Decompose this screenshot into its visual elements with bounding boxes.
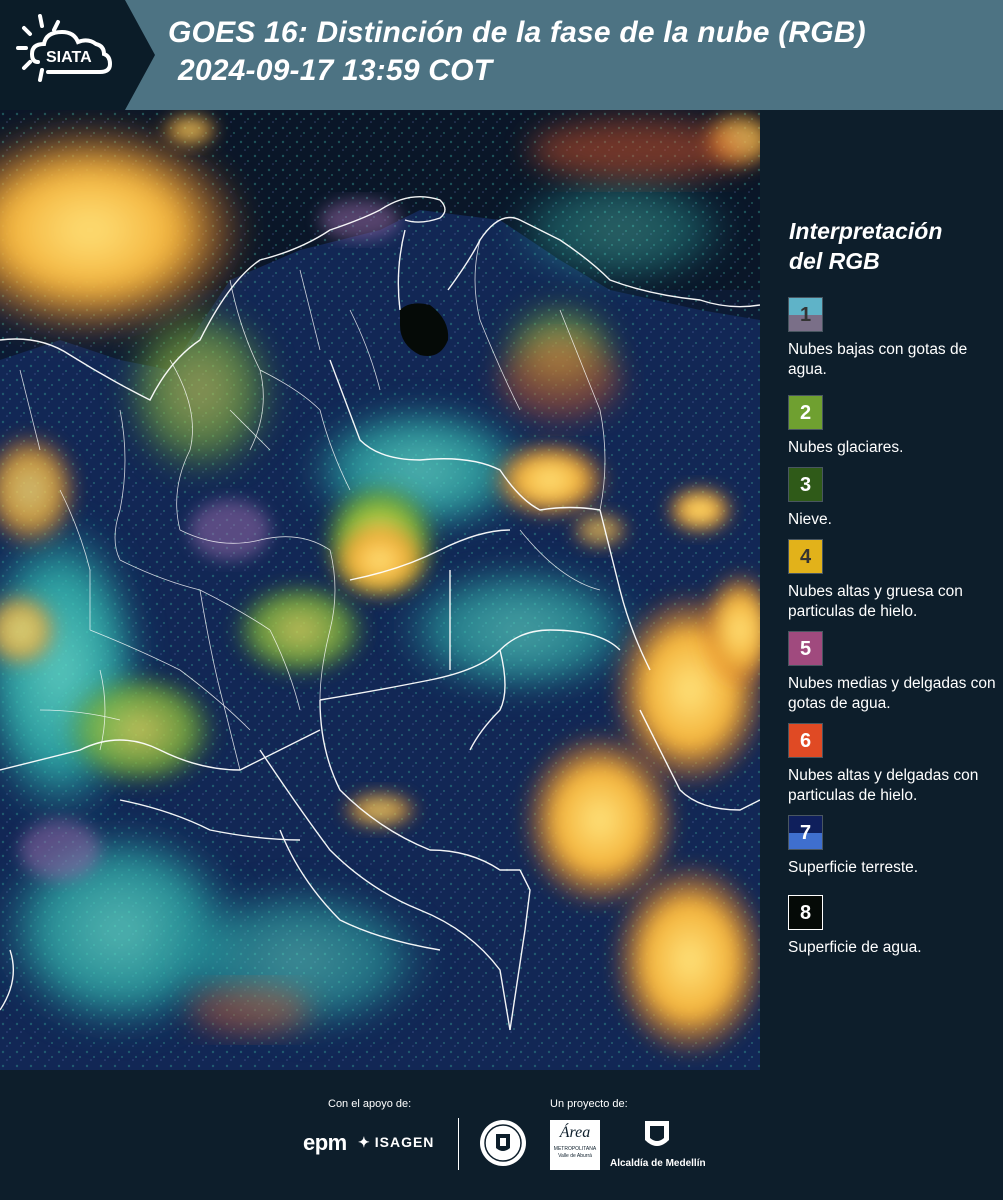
legend-swatch-3: 3 — [788, 467, 823, 502]
support-label: Con el apoyo de: — [328, 1098, 412, 1110]
legend-swatch-8: 8 — [788, 895, 823, 930]
area-metropolitana-logo: Área METROPOLITANA Valle de Aburrá — [550, 1120, 600, 1170]
seal-logo — [480, 1120, 526, 1166]
legend-item-6: 6 Nubes altas y delgadas con particulas … — [788, 723, 998, 806]
area-text: Área — [559, 1124, 591, 1141]
legend-label-2: Nubes glaciares. — [788, 439, 904, 456]
title-line-1: GOES 16: Distinción de la fase de la nub… — [168, 16, 866, 49]
legend-label-3: Nieve. — [788, 511, 832, 528]
legend-item-7: 7 Superficie terreste. — [788, 815, 998, 878]
legend-number-8: 8 — [799, 902, 812, 924]
siata-logo: SIATA — [16, 14, 113, 82]
isagen-text: ISAGEN — [374, 1134, 435, 1150]
isagen-mark-icon: ✦ — [358, 1134, 371, 1150]
project-label: Un proyecto de: — [550, 1098, 628, 1110]
satellite-map[interactable] — [0, 110, 760, 1070]
legend-number-5: 5 — [799, 638, 812, 660]
legend-number-6: 6 — [799, 730, 812, 752]
legend-item-8: 8 Superficie de agua. — [788, 895, 998, 958]
legend-item-1: 1 Nubes bajas con gotas de agua. — [788, 297, 998, 380]
legend-label-4: Nubes altas y gruesa con particulas de h… — [788, 583, 963, 620]
legend-swatch-5: 5 — [788, 631, 823, 666]
legend-title-line-1: Interpretación — [789, 218, 943, 244]
area-sub-1: METROPOLITANA — [553, 1146, 597, 1152]
title-line-2: 2024-09-17 13:59 COT — [178, 54, 493, 87]
legend-item-4: 4 Nubes altas y gruesa con particulas de… — [788, 539, 998, 622]
page-title: GOES 16: Distinción de la fase de la nub… — [168, 14, 866, 90]
legend-panel: Interpretación del RGB 1 Nubes bajas con… — [760, 110, 1003, 1070]
legend-swatch-4: 4 — [788, 539, 823, 574]
legend-label-1: Nubes bajas con gotas de agua. — [788, 341, 968, 378]
legend-item-5: 5 Nubes medias y delgadas con gotas de a… — [788, 631, 998, 714]
legend-swatch-2: 2 — [788, 395, 823, 430]
legend-label-7: Superficie terreste. — [788, 859, 919, 876]
legend-swatch-1: 1 — [788, 297, 823, 332]
legend-title: Interpretación del RGB — [789, 216, 942, 276]
logo-text: SIATA — [46, 49, 92, 66]
legend-label-8: Superficie de agua. — [788, 939, 922, 956]
legend-number-7: 7 — [799, 822, 812, 844]
legend-item-3: 3 Nieve. — [788, 467, 998, 530]
legend-label-6: Nubes altas y delgadas con particulas de… — [788, 767, 979, 804]
alcaldia-label: Alcaldía de Medellín — [610, 1158, 706, 1169]
legend-number-1: 1 — [799, 304, 812, 326]
legend-label-5: Nubes medias y delgadas con gotas de agu… — [788, 675, 996, 712]
legend-swatch-7: 7 — [788, 815, 823, 850]
alcaldia-shield-icon — [645, 1121, 669, 1146]
footer-divider — [458, 1118, 459, 1170]
map-canvas — [0, 110, 760, 1070]
legend-title-line-2: del RGB — [789, 248, 880, 274]
epm-logo: epm — [303, 1130, 347, 1155]
header: SIATA GOES 16: Distinción de la fase de … — [0, 0, 1003, 110]
legend-number-4: 4 — [799, 546, 812, 568]
area-sub-2: Valle de Aburrá — [558, 1153, 592, 1159]
legend-number-3: 3 — [799, 474, 812, 496]
isagen-logo: ✦ ISAGEN — [358, 1134, 434, 1151]
legend-number-2: 2 — [799, 402, 812, 424]
footer: Con el apoyo de: Un proyecto de: epm ✦ IS… — [0, 1070, 1003, 1200]
legend-item-2: 2 Nubes glaciares. — [788, 395, 998, 458]
legend-swatch-6: 6 — [788, 723, 823, 758]
